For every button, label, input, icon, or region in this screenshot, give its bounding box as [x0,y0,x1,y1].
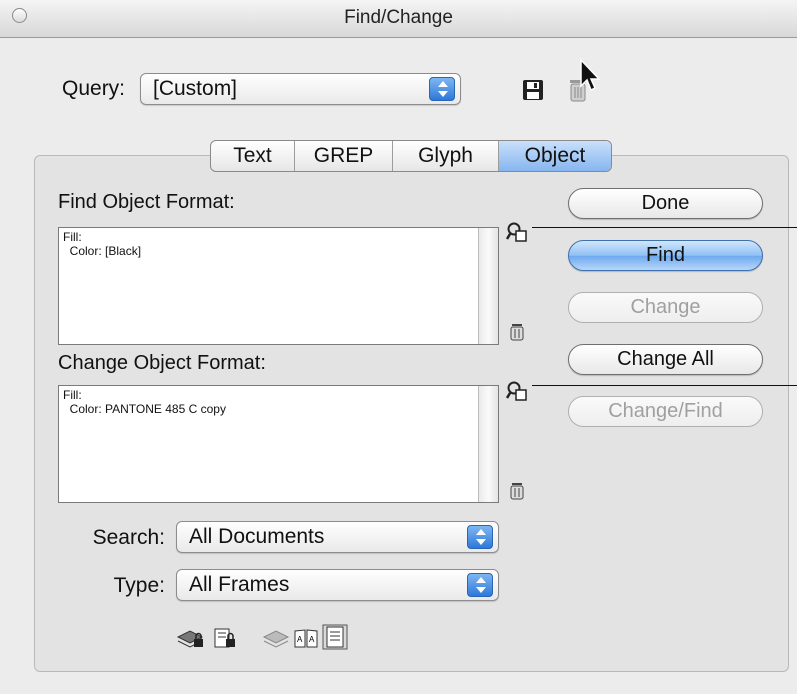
include-locked-layers-icon[interactable] [176,627,206,649]
search-select-value: All Documents [189,525,325,548]
find-format-label: Find Object Format: [58,191,235,213]
tab-text[interactable]: Text [211,141,295,171]
chevron-updown-icon [429,77,455,101]
query-select-value: [Custom] [153,77,238,100]
chevron-updown-icon [467,573,493,597]
type-label: Type: [113,574,165,597]
include-hidden-layers-icon[interactable] [262,627,290,649]
type-select-value: All Frames [189,573,290,596]
done-button[interactable]: Done [568,188,763,219]
clear-find-format-icon[interactable] [506,321,528,343]
svg-text:A: A [297,635,303,644]
change-find-button[interactable]: Change/Find [568,396,763,427]
query-select[interactable]: [Custom] [140,73,461,105]
tab-object[interactable]: Object [499,141,611,171]
change-format-line: Fill: [63,388,82,402]
find-button[interactable]: Find [568,240,763,271]
change-format-line: Color: PANTONE 485 C copy [63,402,226,416]
search-mode-tabs: Text GREP Glyph Object [210,140,612,172]
search-select[interactable]: All Documents [176,521,499,553]
include-master-pages-icon[interactable]: A A [293,627,319,649]
find-format-line: Color: [Black] [63,244,142,258]
tab-glyph[interactable]: Glyph [393,141,499,171]
change-format-scrollbar[interactable] [478,386,498,502]
query-label: Query: [62,77,126,100]
callout-line [532,385,797,386]
tab-grep[interactable]: GREP [295,141,393,171]
mouse-pointer-icon [580,58,601,92]
find-format-line: Fill: [63,230,82,244]
svg-text:A: A [309,635,315,644]
search-label: Search: [92,526,165,549]
save-query-icon[interactable] [522,79,544,101]
type-select[interactable]: All Frames [176,569,499,601]
change-format-label: Change Object Format: [58,352,266,374]
change-button[interactable]: Change [568,292,763,323]
specify-change-format-icon[interactable] [506,380,528,402]
find-format-box[interactable]: Fill: Color: [Black] [58,227,499,345]
clear-change-format-icon[interactable] [506,480,528,502]
find-format-scrollbar[interactable] [478,228,498,344]
include-footnotes-icon[interactable] [322,624,348,650]
include-locked-objects-icon[interactable] [212,627,238,649]
change-all-button[interactable]: Change All [568,344,763,375]
callout-line [532,227,797,228]
window-title: Find/Change [344,7,453,28]
title-bar: Find/Change [0,0,797,38]
change-format-box[interactable]: Fill: Color: PANTONE 485 C copy [58,385,499,503]
specify-find-format-icon[interactable] [506,221,528,243]
chevron-updown-icon [467,525,493,549]
